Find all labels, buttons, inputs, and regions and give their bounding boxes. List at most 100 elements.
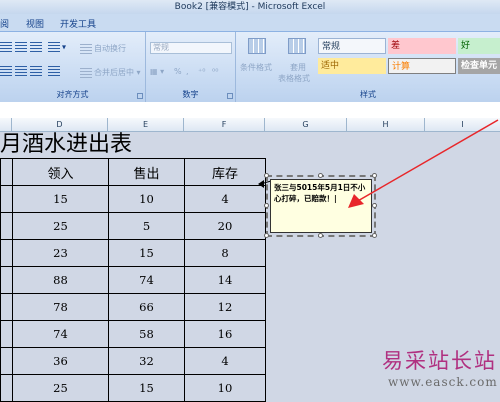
column-header-f[interactable]: F [184, 118, 265, 132]
style-good[interactable]: 好 [458, 38, 500, 54]
resize-handle[interactable] [318, 173, 323, 178]
align-right-button[interactable] [30, 66, 44, 76]
align-top-icon [0, 42, 12, 52]
table-cell[interactable]: 23 [12, 239, 109, 267]
data-table: 领入 售出 库存 15 10 4 25 5 20 23 15 8 88 74 14 78 66 12… [0, 158, 266, 402]
style-calculation[interactable]: 计算 [388, 58, 456, 74]
table-cell[interactable]: 4 [184, 347, 266, 375]
indent-button[interactable] [48, 66, 62, 76]
table-cell[interactable] [0, 266, 13, 294]
alignment-group: ▾ 自动换行 合并后居中 ▾ 对齐方式 [0, 32, 146, 102]
style-check-cell[interactable]: 检查单元 [458, 58, 500, 74]
table-cell[interactable]: 15 [108, 239, 185, 267]
arrow-head-icon [348, 194, 364, 208]
table-cell[interactable]: 10 [184, 374, 266, 402]
decrease-decimal-button[interactable]: ⁰⁰ [212, 67, 218, 76]
sheet-title-cell[interactable]: 月酒水进出表 [0, 132, 132, 158]
resize-handle[interactable] [318, 233, 323, 238]
table-cell[interactable]: 15 [108, 374, 185, 402]
resize-handle[interactable] [372, 233, 377, 238]
table-cell[interactable] [0, 374, 13, 402]
column-header-d[interactable]: D [12, 118, 108, 132]
tab-view[interactable]: 视图 [26, 17, 44, 30]
table-cell[interactable] [0, 293, 13, 321]
table-cell[interactable]: 74 [108, 266, 185, 294]
table-cell[interactable] [0, 320, 13, 348]
wrap-text-icon [80, 43, 92, 54]
tab-developer[interactable]: 开发工具 [60, 17, 96, 30]
align-right-icon [30, 66, 42, 76]
header-cell-sold[interactable]: 售出 [108, 158, 185, 186]
styles-group: 条件格式 套用 表格格式 常规 差 好 适中 计算 检查单元 样式 [236, 32, 500, 102]
merge-center-icon [80, 67, 92, 78]
table-cell[interactable] [0, 158, 13, 186]
table-cell[interactable]: 58 [108, 320, 185, 348]
comma-button[interactable]: , [186, 67, 189, 76]
table-cell[interactable]: 4 [184, 185, 266, 213]
table-cell[interactable] [0, 239, 13, 267]
increase-decimal-button[interactable]: ⁺⁰ [198, 67, 205, 76]
align-left-icon [0, 66, 12, 76]
align-middle-icon [15, 42, 27, 52]
table-cell[interactable]: 36 [12, 347, 109, 375]
table-cell[interactable]: 12 [184, 293, 266, 321]
table-cell[interactable]: 66 [108, 293, 185, 321]
table-format-line2[interactable]: 表格格式 [278, 73, 310, 84]
table-cell[interactable]: 25 [12, 212, 109, 240]
wrap-text-button[interactable]: 自动换行 [80, 43, 126, 54]
alignment-dialog-launcher[interactable] [137, 93, 143, 99]
number-format-dropdown[interactable]: 常规 [150, 42, 232, 54]
resize-handle[interactable] [264, 233, 269, 238]
table-cell[interactable] [0, 212, 13, 240]
table-cell[interactable]: 78 [12, 293, 109, 321]
number-group-label: 数字 [182, 90, 199, 99]
table-cell[interactable]: 8 [184, 239, 266, 267]
merge-center-button[interactable]: 合并后居中 ▾ [80, 67, 141, 78]
table-cell[interactable]: 32 [108, 347, 185, 375]
style-normal[interactable]: 常规 [318, 38, 386, 54]
currency-button[interactable]: ▦ ▾ [150, 67, 164, 76]
tab-review[interactable]: 阅 [0, 17, 9, 30]
table-cell[interactable] [0, 185, 13, 213]
resize-handle[interactable] [264, 203, 269, 208]
align-center-button[interactable] [15, 66, 29, 76]
resize-handle[interactable] [264, 173, 269, 178]
column-header-partial[interactable] [0, 118, 12, 132]
table-cell[interactable] [0, 347, 13, 375]
table-row: 25 15 10 [0, 374, 266, 402]
align-top-button[interactable] [0, 42, 14, 52]
watermark-logo-text: 易采站长站 [382, 349, 497, 373]
table-cell[interactable]: 15 [12, 185, 109, 213]
table-cell[interactable]: 10 [108, 185, 185, 213]
number-dialog-launcher[interactable] [227, 93, 233, 99]
annotation-arrow-line [355, 119, 499, 203]
table-cell[interactable]: 25 [12, 374, 109, 402]
orientation-button[interactable]: ▾ [48, 42, 66, 52]
table-cell[interactable]: 14 [184, 266, 266, 294]
merge-center-label: 合并后居中 [94, 68, 134, 77]
align-bottom-button[interactable] [30, 42, 44, 52]
header-cell-stock[interactable]: 库存 [184, 158, 266, 186]
table-cell[interactable]: 88 [12, 266, 109, 294]
header-cell-received[interactable]: 领入 [12, 158, 109, 186]
table-format-icon [288, 38, 306, 54]
column-header-g[interactable]: G [265, 118, 347, 132]
table-cell[interactable]: 5 [108, 212, 185, 240]
wrap-text-label: 自动换行 [94, 44, 126, 53]
table-format-line1[interactable]: 套用 [290, 62, 306, 73]
table-cell[interactable]: 74 [12, 320, 109, 348]
align-left-button[interactable] [0, 66, 14, 76]
percent-button[interactable]: % [174, 67, 182, 76]
style-bad[interactable]: 差 [388, 38, 456, 54]
align-middle-button[interactable] [15, 42, 29, 52]
column-header-e[interactable]: E [108, 118, 184, 132]
table-cell[interactable]: 20 [184, 212, 266, 240]
table-cell[interactable]: 16 [184, 320, 266, 348]
alignment-group-label: 对齐方式 [56, 90, 89, 99]
align-center-icon [15, 66, 27, 76]
table-row: 78 66 12 [0, 293, 266, 321]
comment-indicator-icon [258, 180, 264, 188]
table-row: 74 58 16 [0, 320, 266, 348]
conditional-format-button[interactable]: 条件格式 [240, 62, 272, 73]
style-neutral[interactable]: 适中 [318, 58, 386, 74]
